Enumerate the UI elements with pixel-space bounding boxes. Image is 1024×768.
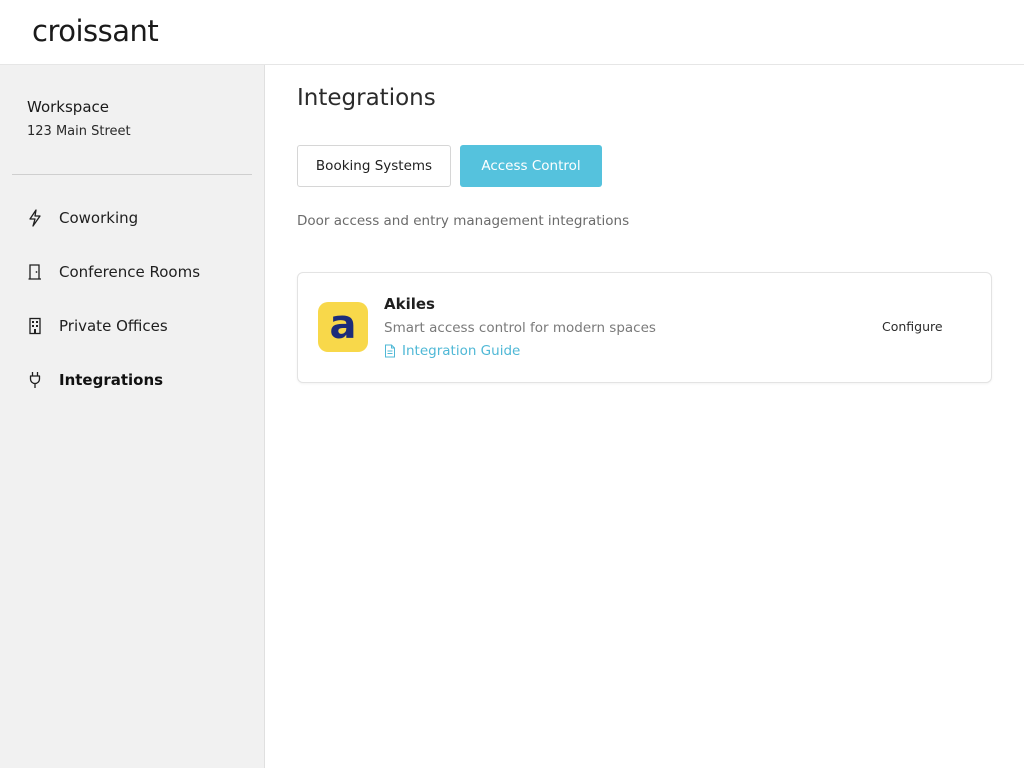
sidebar: Workspace 123 Main Street Coworking Conf… xyxy=(0,65,265,768)
sidebar-item-label: Integrations xyxy=(59,371,164,389)
page-title: Integrations xyxy=(297,85,436,111)
sidebar-item-integrations[interactable]: Integrations xyxy=(0,360,264,400)
tab-access-control[interactable]: Access Control xyxy=(460,145,602,187)
sidebar-item-conference-rooms[interactable]: Conference Rooms xyxy=(0,252,264,292)
sidebar-item-private-offices[interactable]: Private Offices xyxy=(0,306,264,346)
akiles-logo: a xyxy=(318,302,368,352)
integration-guide-link[interactable]: Integration Guide xyxy=(384,343,520,359)
configure-button[interactable]: Configure xyxy=(882,319,943,334)
integration-guide-label: Integration Guide xyxy=(402,343,521,359)
sidebar-item-label: Conference Rooms xyxy=(59,263,201,281)
sidebar-item-label: Coworking xyxy=(59,209,139,227)
integration-name: Akiles xyxy=(384,295,435,313)
sidebar-divider xyxy=(12,174,252,175)
workspace-name: Workspace xyxy=(27,98,109,116)
sidebar-item-coworking[interactable]: Coworking xyxy=(0,198,264,238)
plug-icon xyxy=(27,371,43,389)
tab-description: Door access and entry management integra… xyxy=(297,213,630,229)
workspace-address: 123 Main Street xyxy=(27,124,131,139)
document-icon xyxy=(384,344,396,358)
integration-card-akiles: a Akiles Smart access control for modern… xyxy=(297,272,992,383)
door-icon xyxy=(27,263,43,281)
app-logo[interactable]: croissant xyxy=(32,14,159,48)
lightning-icon xyxy=(27,209,43,227)
building-icon xyxy=(27,317,43,335)
integration-subtitle: Smart access control for modern spaces xyxy=(384,320,656,336)
tab-booking-systems[interactable]: Booking Systems xyxy=(297,145,451,187)
top-bar: croissant xyxy=(0,0,1024,65)
sidebar-item-label: Private Offices xyxy=(59,317,168,335)
akiles-logo-letter: a xyxy=(329,302,357,348)
main-content: Integrations Booking Systems Access Cont… xyxy=(265,65,1024,768)
